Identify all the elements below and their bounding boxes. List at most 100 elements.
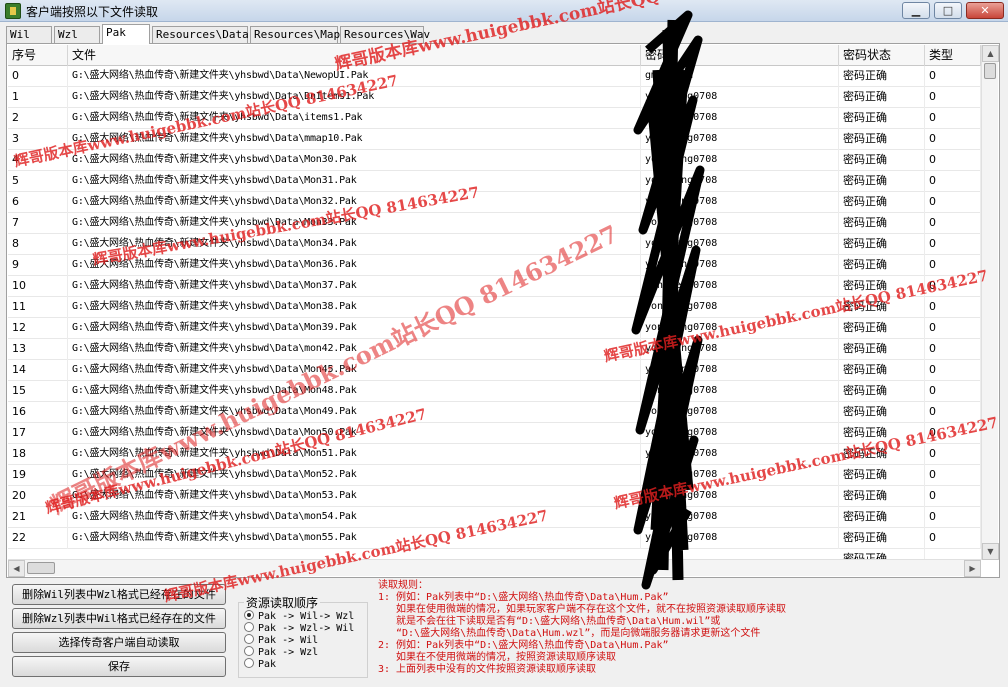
table-row[interactable]: 19 G:\盛大网络\热血传奇\新建文件夹\yhsbwd\Data\Mon52.P… [8,465,981,486]
horizontal-scroll-thumb[interactable] [27,562,55,574]
cell-type: 0 [925,381,981,402]
order-option-4[interactable]: Pak [244,658,276,670]
radio-icon[interactable] [244,610,254,620]
table-row[interactable]: 1 G:\盛大网络\热血传奇\新建文件夹\yhsbwd\Data\DnItems1… [8,87,981,108]
order-option-1[interactable]: Pak -> Wzl-> Wil [244,622,354,634]
cell-password-status: 密码正确 [839,297,925,318]
cell-password-status: 密码正确 [839,360,925,381]
cell-type: 0 [925,297,981,318]
cell-index: 8 [8,234,68,255]
vertical-scroll-thumb[interactable] [984,63,996,79]
cell-password: yongheng0708 [641,234,839,255]
table-row[interactable]: 16 G:\盛大网络\热血传奇\新建文件夹\yhsbwd\Data\Mon49.P… [8,402,981,423]
tab-resources-wav[interactable]: Resources\Wav [340,26,430,43]
save-button[interactable]: 保存 [12,656,226,677]
table-row[interactable]: 5 G:\盛大网络\热血传奇\新建文件夹\yhsbwd\Data\Mon31.Pa… [8,171,981,192]
table-row[interactable]: 11 G:\盛大网络\热血传奇\新建文件夹\yhsbwd\Data\Mon38.P… [8,297,981,318]
cell-password-status: 密码正确 [839,66,925,87]
cell-password-status: 密码正确 [839,444,925,465]
tab-pak[interactable]: Pak [102,24,150,44]
cell-password: yongheng0708 [641,255,839,276]
delete-wil-duplicates-button[interactable]: 删除Wil列表中Wzl格式已经存在的文件 [12,584,226,605]
table-row[interactable]: 0 G:\盛大网络\热血传奇\新建文件夹\yhsbwd\Data\NewopUI.… [8,66,981,87]
file-list-panel: 序号 文件 密码 密码状态 类型 0 G:\盛大网络\热血传奇\新建文件夹\yhs… [6,43,1000,578]
order-option-2[interactable]: Pak -> Wil [244,634,318,646]
cell-index: 16 [8,402,68,423]
table-row[interactable]: 22 G:\盛大网络\热血传奇\新建文件夹\yhsbwd\Data\mon55.P… [8,528,981,549]
radio-icon[interactable] [244,646,254,656]
cell-password: yongheng0708 [641,381,839,402]
table-row[interactable]: 2 G:\盛大网络\热血传奇\新建文件夹\yhsbwd\Data\items1.P… [8,108,981,129]
resource-order-group: 资源读取顺序 Pak -> Wil-> Wzl Pak -> Wzl-> Wil… [238,594,370,682]
cell-file: G:\盛大网络\热血传奇\新建文件夹\yhsbwd\Data\Mon52.Pak [68,465,641,486]
cell-file: G:\盛大网络\热血传奇\新建文件夹\yhsbwd\Data\Mon51.Pak [68,444,641,465]
horizontal-scrollbar[interactable]: ◀ ▶ [8,559,981,577]
col-header-file[interactable]: 文件 [68,45,641,66]
radio-icon[interactable] [244,622,254,632]
rules-line: “D:\盛大网络\热血传奇\Data\Hum.wzl”，而是向微端服务器请求更新… [396,628,761,639]
radio-icon[interactable] [244,634,254,644]
cell-type: 0 [925,318,981,339]
order-option-label: Pak -> Wzl [258,647,319,658]
minimize-button[interactable]: ▁ [902,2,930,19]
table-row[interactable]: 10 G:\盛大网络\热血传奇\新建文件夹\yhsbwd\Data\Mon37.P… [8,276,981,297]
order-option-0[interactable]: Pak -> Wil-> Wzl [244,610,354,622]
cell-password-status: 密码正确 [839,213,925,234]
table-row[interactable]: 4 G:\盛大网络\热血传奇\新建文件夹\yhsbwd\Data\Mon30.Pa… [8,150,981,171]
maximize-button[interactable]: □ [934,2,962,19]
vertical-scrollbar[interactable]: ▲ ▼ [981,45,999,560]
col-header-password-status[interactable]: 密码状态 [839,45,925,66]
cell-file: G:\盛大网络\热血传奇\新建文件夹\yhsbwd\Data\Mon37.Pak [68,276,641,297]
cell-password: yongheng0708 [641,339,839,360]
table-row[interactable]: 6 G:\盛大网络\热血传奇\新建文件夹\yhsbwd\Data\Mon32.Pa… [8,192,981,213]
resource-order-title: 资源读取顺序 [244,594,321,611]
scroll-up-icon[interactable]: ▲ [982,45,999,62]
tab-wzl[interactable]: Wzl [54,26,100,43]
table-row[interactable]: 21 G:\盛大网络\热血传奇\新建文件夹\yhsbwd\Data\mon54.P… [8,507,981,528]
file-table: 序号 文件 密码 密码状态 类型 0 G:\盛大网络\热血传奇\新建文件夹\yhs… [8,45,981,560]
table-row[interactable]: 20 G:\盛大网络\热血传奇\新建文件夹\yhsbwd\Data\Mon53.P… [8,486,981,507]
table-row[interactable]: 12 G:\盛大网络\热血传奇\新建文件夹\yhsbwd\Data\Mon39.P… [8,318,981,339]
table-row[interactable]: 8 G:\盛大网络\热血传奇\新建文件夹\yhsbwd\Data\Mon34.Pa… [8,234,981,255]
cell-type: 0 [925,129,981,150]
close-button[interactable]: ✕ [966,2,1004,19]
col-header-index[interactable]: 序号 [8,45,68,66]
cell-password: yongheng0708 [641,213,839,234]
cell-type: 0 [925,213,981,234]
cell-file: G:\盛大网络\热血传奇\新建文件夹\yhsbwd\Data\Mon36.Pak [68,255,641,276]
col-header-type[interactable]: 类型 [925,45,981,66]
rules-line: 就是不会在往下读取是否有“D:\盛大网络\热血传奇\Data\Hum.wil”或 [396,616,721,627]
order-option-label: Pak [258,659,277,670]
tab-wil[interactable]: Wil [6,26,52,43]
table-row[interactable]: 7 G:\盛大网络\热血传奇\新建文件夹\yhsbwd\Data\Mon33.Pa… [8,213,981,234]
cell-file: G:\盛大网络\热血传奇\新建文件夹\yhsbwd\Data\Mon48.Pak [68,381,641,402]
cell-index: 4 [8,150,68,171]
col-header-password[interactable]: 密码 [641,45,839,66]
table-row[interactable]: 15 G:\盛大网络\热血传奇\新建文件夹\yhsbwd\Data\Mon48.P… [8,381,981,402]
tab-resources-map[interactable]: Resources\Map [250,26,340,43]
table-row[interactable]: 9 G:\盛大网络\热血传奇\新建文件夹\yhsbwd\Data\Mon36.Pa… [8,255,981,276]
cell-index: 6 [8,192,68,213]
table-row[interactable]: 18 G:\盛大网络\热血传奇\新建文件夹\yhsbwd\Data\Mon51.P… [8,444,981,465]
cell-password-status: 密码正确 [839,87,925,108]
delete-wzl-duplicates-button[interactable]: 删除Wzl列表中Wil格式已经存在的文件 [12,608,226,629]
cell-password-status: 密码正确 [839,108,925,129]
table-row[interactable]: 13 G:\盛大网络\热血传奇\新建文件夹\yhsbwd\Data\mon42.P… [8,339,981,360]
radio-icon[interactable] [244,658,254,668]
cell-password-status: 密码正确 [839,276,925,297]
table-row[interactable]: 3 G:\盛大网络\热血传奇\新建文件夹\yhsbwd\Data\mmap10.P… [8,129,981,150]
table-row[interactable]: 14 G:\盛大网络\热血传奇\新建文件夹\yhsbwd\Data\Mon45.P… [8,360,981,381]
order-option-3[interactable]: Pak -> Wzl [244,646,318,658]
table-row[interactable]: 17 G:\盛大网络\热血传奇\新建文件夹\yhsbwd\Data\Mon50.P… [8,423,981,444]
scroll-down-icon[interactable]: ▼ [982,543,999,560]
tab-resources-data[interactable]: Resources\Data [152,26,249,43]
cell-index: 21 [8,507,68,528]
cell-index: 12 [8,318,68,339]
select-client-button[interactable]: 选择传奇客户端自动读取 [12,632,226,653]
cell-password: yongheng0708 [641,507,839,528]
cell-password: gm1admin [641,66,839,87]
scroll-right-icon[interactable]: ▶ [964,560,981,577]
cell-file: G:\盛大网络\热血传奇\新建文件夹\yhsbwd\Data\NewopUI.P… [68,66,641,87]
rules-line: 3: 上面列表中没有的文件按照资源读取顺序读取 [378,664,597,675]
scroll-left-icon[interactable]: ◀ [8,560,25,577]
